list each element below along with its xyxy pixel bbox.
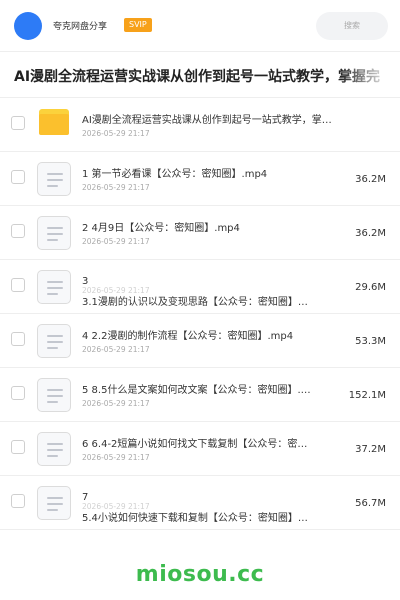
share-name: 夸克网盘分享	[53, 22, 108, 32]
folder-icon	[39, 109, 69, 135]
file-date: 2026-05-29 21:17	[82, 183, 150, 192]
file-row[interactable]: 3 3.1漫剧的认识以及变现思路【公众号：密知圈】… 2026-05-29 21:1…	[0, 260, 400, 314]
file-size: 53.3M	[355, 336, 386, 347]
row-checkbox[interactable]	[11, 494, 25, 508]
search-input[interactable]: 搜索	[316, 12, 388, 40]
file-date: 2026-05-29 21:17	[82, 237, 150, 246]
title-fade	[340, 52, 400, 97]
file-size: 56.7M	[355, 498, 386, 509]
file-size: 152.1M	[348, 390, 386, 401]
row-checkbox[interactable]	[11, 224, 25, 238]
file-icon	[37, 324, 71, 358]
row-checkbox[interactable]	[11, 278, 25, 292]
file-name: 5 8.5什么是文案如何改文案【公众号：密知圈】.…	[82, 385, 311, 396]
file-row[interactable]: 5 8.5什么是文案如何改文案【公众号：密知圈】.… 2026-05-29 21:…	[0, 368, 400, 422]
file-name-second-line: 5.4小说如何快速下载和复制【公众号：密知圈】…	[82, 513, 308, 524]
file-name: 2 4月9日【公众号：密知圈】.mp4	[82, 223, 240, 234]
row-checkbox[interactable]	[11, 116, 25, 130]
file-date: 2026-05-29 21:17	[82, 399, 150, 408]
file-date: 2026-05-29 21:17	[82, 286, 150, 295]
file-icon	[37, 378, 71, 412]
title-bar: AI漫剧全流程运营实战课从创作到起号一站式教学，掌握完	[0, 52, 400, 98]
file-name: 4 2.2漫剧的制作流程【公众号：密知圈】.mp4	[82, 331, 294, 342]
watermark-text: miosou.cc	[135, 562, 265, 587]
file-date: 2026-05-29 21:17	[82, 345, 150, 354]
file-icon	[37, 162, 71, 196]
file-icon	[37, 486, 71, 520]
file-size: 36.2M	[355, 174, 386, 185]
file-size: 36.2M	[355, 228, 386, 239]
file-row[interactable]: 6 6.4-2短篇小说如何找文下载复制【公众号：密… 2026-05-29 21:…	[0, 422, 400, 476]
file-icon	[37, 270, 71, 304]
svip-badge: SVIP	[124, 18, 152, 32]
file-row[interactable]: 7 5.4小说如何快速下载和复制【公众号：密知圈】… 2026-05-29 21:1…	[0, 476, 400, 530]
file-name-second-line: 3.1漫剧的认识以及变现思路【公众号：密知圈】…	[82, 297, 308, 308]
file-date: 2026-05-29 21:17	[82, 502, 150, 511]
file-size: 37.2M	[355, 444, 386, 455]
row-checkbox[interactable]	[11, 332, 25, 346]
file-icon	[37, 216, 71, 250]
file-row[interactable]: 2 4月9日【公众号：密知圈】.mp4 2026-05-29 21:17 36.2M	[0, 206, 400, 260]
avatar[interactable]	[14, 12, 42, 40]
file-row[interactable]: 1 第一节必看课【公众号：密知圈】.mp4 2026-05-29 21:17 36.…	[0, 152, 400, 206]
row-checkbox[interactable]	[11, 170, 25, 184]
file-name: 1 第一节必看课【公众号：密知圈】.mp4	[82, 169, 268, 180]
file-size: 29.6M	[355, 282, 386, 293]
file-row[interactable]: 4 2.2漫剧的制作流程【公众号：密知圈】.mp4 2026-05-29 21:1…	[0, 314, 400, 368]
row-checkbox[interactable]	[11, 440, 25, 454]
file-name: 6 6.4-2短篇小说如何找文下载复制【公众号：密…	[82, 439, 308, 450]
page-title: AI漫剧全流程运营实战课从创作到起号一站式教学，掌握完	[14, 69, 381, 85]
row-checkbox[interactable]	[11, 386, 25, 400]
file-date: 2026-05-29 21:17	[82, 453, 150, 462]
file-date: 2026-05-29 21:17	[82, 129, 150, 138]
file-name: AI漫剧全流程运营实战课从创作到起号一站式教学，掌…	[82, 115, 332, 126]
header-bar: 夸克网盘分享 SVIP 搜索	[0, 0, 400, 52]
folder-row[interactable]: AI漫剧全流程运营实战课从创作到起号一站式教学，掌… 2026-05-29 21:…	[0, 98, 400, 152]
file-icon	[37, 432, 71, 466]
